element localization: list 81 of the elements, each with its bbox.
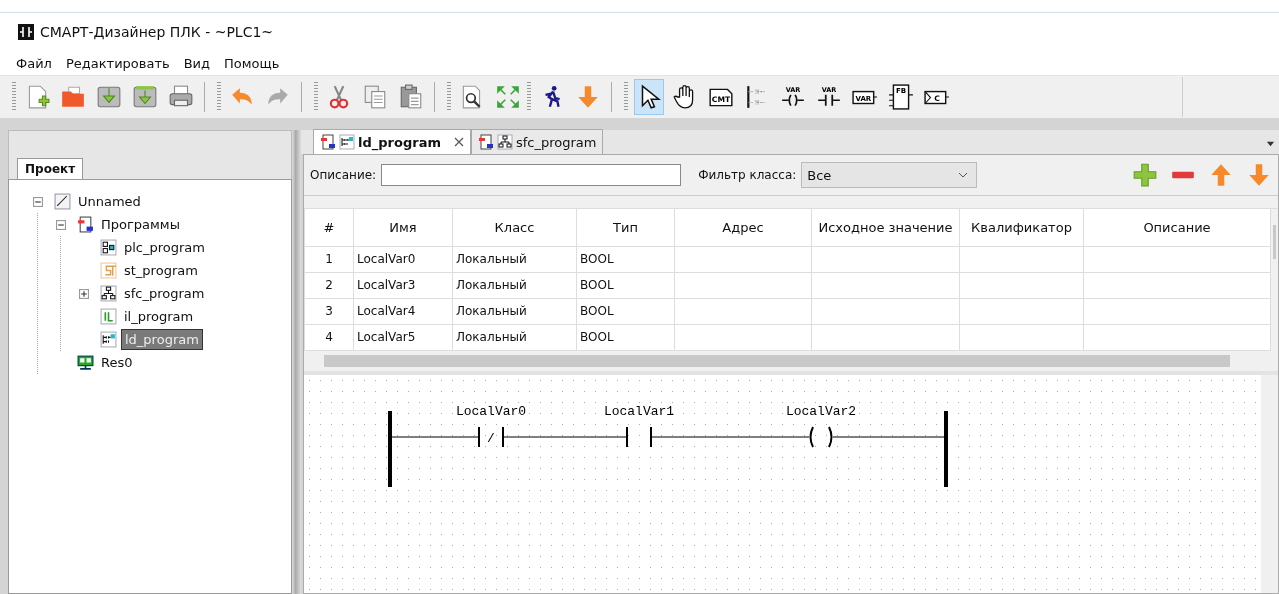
negated-contact[interactable]: /: [478, 425, 504, 448]
menu-item[interactable]: Файл: [16, 54, 52, 72]
save-icon: [96, 84, 122, 110]
editor-tab[interactable]: ld_program: [313, 129, 471, 154]
table-cell: LocalVar0: [353, 246, 453, 272]
collapse-toggle[interactable]: [33, 196, 44, 207]
diagram-scrollbar[interactable]: [1261, 374, 1278, 593]
column-header[interactable]: Класс: [452, 209, 577, 246]
tree-item[interactable]: il_program: [121, 307, 197, 326]
folder-icon: [60, 84, 86, 110]
description-field[interactable]: [381, 164, 682, 186]
tree-item[interactable]: st_program: [121, 261, 201, 280]
column-header[interactable]: Исходное значение: [811, 209, 960, 246]
row-number: 4: [304, 324, 354, 350]
project-tab[interactable]: Проект: [17, 158, 84, 179]
copy-icon: [362, 84, 388, 110]
tree-item[interactable]: ld_program: [121, 329, 203, 350]
tree-item[interactable]: Res0: [98, 353, 136, 372]
tree-item[interactable]: Программы: [98, 215, 183, 234]
table-cell: BOOL: [576, 246, 675, 272]
expand-toggle[interactable]: [79, 288, 90, 299]
column-header[interactable]: Тип: [576, 209, 675, 246]
description-label: Описание:: [310, 168, 377, 182]
coil[interactable]: [809, 425, 833, 448]
table-cell: Локальный: [452, 246, 577, 272]
menu-item[interactable]: Помощь: [224, 54, 280, 72]
plc-icon: [54, 193, 71, 210]
table-cell: BOOL: [576, 298, 675, 324]
add-icon[interactable]: [1132, 162, 1158, 188]
plus-icon: [79, 288, 89, 299]
menu-item[interactable]: Вид: [183, 54, 210, 72]
variable-label: LocalVar1: [603, 403, 675, 419]
class-filter-dropdown[interactable]: Все: [801, 162, 978, 188]
table-cell: Локальный: [452, 324, 577, 350]
list-code-icon: [100, 308, 117, 325]
programs-folder-icon: [77, 216, 94, 233]
close-icon[interactable]: [453, 137, 464, 147]
minus-icon: [33, 196, 43, 207]
column-header[interactable]: Имя: [353, 209, 453, 246]
tree-item[interactable]: sfc_program: [121, 284, 208, 303]
window-title: СМАРТ-Дизайнер ПЛК - ~PLC1~: [40, 24, 274, 40]
table-cell: Локальный: [452, 272, 577, 298]
editor-tab[interactable]: sfc_program: [470, 129, 604, 154]
save-as-icon: [132, 84, 158, 110]
column-header[interactable]: Адрес: [674, 209, 812, 246]
column-header[interactable]: #: [304, 209, 354, 246]
programs-folder-icon: [320, 134, 336, 150]
expand-icon: [495, 84, 521, 110]
clipboard-icon: [398, 84, 424, 110]
pointer-tool-button[interactable]: [634, 79, 664, 115]
column-header[interactable]: Описание: [1083, 209, 1271, 246]
row-number: 2: [304, 272, 354, 298]
collapse-toggle[interactable]: [56, 219, 67, 230]
block-diagram-icon: [100, 239, 117, 256]
ladder-icon: [100, 331, 117, 348]
tab-list-caret-icon[interactable]: [1266, 139, 1275, 148]
chevron-down-icon[interactable]: [958, 172, 969, 178]
table-cell: BOOL: [576, 272, 675, 298]
table-cell: LocalVar4: [353, 298, 453, 324]
variable-label: LocalVar0: [455, 403, 527, 419]
variable-label: LocalVar2: [785, 403, 857, 419]
table-cell: LocalVar5: [353, 324, 453, 350]
hierarchy-icon: [496, 134, 513, 150]
table-cell: LocalVar3: [353, 272, 453, 298]
hierarchy-icon: [100, 285, 117, 302]
row-number: 3: [304, 298, 354, 324]
monitor-icon: [77, 354, 94, 371]
class-filter-label: Фильтр класса:: [698, 168, 797, 182]
minus-icon: [56, 219, 66, 230]
table-cell: BOOL: [576, 324, 675, 350]
tree-item[interactable]: plc_program: [121, 238, 208, 257]
tree-item[interactable]: Unnamed: [75, 192, 144, 211]
programs-folder-icon: [477, 134, 494, 150]
app-logo-icon: [18, 24, 34, 40]
contact[interactable]: [626, 425, 652, 448]
row-number: 1: [304, 246, 354, 272]
text-code-icon: [100, 262, 117, 279]
ladder-icon: [339, 134, 355, 150]
menu-item[interactable]: Редактировать: [65, 54, 170, 72]
table-cell: Локальный: [452, 298, 577, 324]
column-header[interactable]: Квалификатор: [959, 209, 1084, 246]
